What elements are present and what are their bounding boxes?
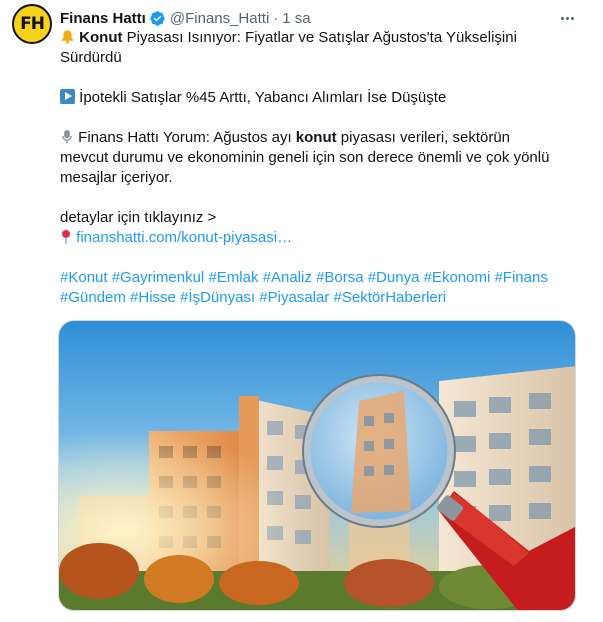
tweet: FH Finans Hattı @Finans_Hatti · 1 sa Kon… [0,0,603,622]
headline-rest: Piyasası Isınıyor: Fiyatlar ve Satışlar … [122,29,517,46]
author-name[interactable]: Finans Hattı [60,10,146,27]
hashtag-link[interactable]: #Hisse [130,289,176,306]
text-line-1: Konut Piyasası Isınıyor: Fiyatlar ve Sat… [60,28,580,48]
text-line-2: Sürdürdü [60,49,122,66]
hashtag-link[interactable]: #Piyasalar [259,289,329,306]
comment-pre: Finans Hattı Yorum: Ağustos ayı [74,129,296,146]
hashtag-link[interactable]: #Analiz [263,269,312,286]
comment-post: piyasası verileri, sektörün [336,129,511,146]
hashtag-link[interactable]: #Gündem [60,289,126,306]
bell-icon [61,30,74,44]
author-handle[interactable]: @Finans_Hatti [170,10,269,27]
hashtag-link[interactable]: #Emlak [208,269,258,286]
tweet-image[interactable] [58,320,576,611]
hashtag-link[interactable]: #Ekonomi [424,269,491,286]
hashtag-link[interactable]: #Gayrimenkul [112,269,205,286]
verified-badge-icon [150,10,165,26]
avatar-logo: FH [20,14,45,34]
text-line-5: mevcut durumu ve ekonominin geneli için … [60,149,550,166]
hashtag-link[interactable]: #Borsa [316,269,364,286]
hashtag-link[interactable]: #Dunya [368,269,420,286]
comment-bold: konut [295,129,337,146]
headline-bold: Konut [79,29,123,46]
tweet-text: Konut Piyasası Isınıyor: Fiyatlar ve Sat… [60,28,580,308]
hashtag-link[interactable]: #Finans [494,269,547,286]
timestamp[interactable]: 1 sa [282,10,310,27]
hashtag-link[interactable]: #Konut [60,269,108,286]
tweet-header: Finans Hattı @Finans_Hatti · 1 sa [60,8,311,28]
subheadline: İpotekli Satışlar %45 Arttı, Yabancı Alı… [75,89,447,106]
text-line-8: finanshatti.com/konut-piyasasi… [60,228,580,248]
media-illustration [59,321,575,610]
round-pushpin-icon [62,230,70,244]
play-button-icon [60,89,75,104]
text-line-7: detaylar için tıklayınız > [60,209,217,226]
hashtag-link[interactable]: #İşDünyası [180,289,255,306]
text-line-6: mesajlar içeriyor. [60,169,173,186]
text-line-3: İpotekli Satışlar %45 Arttı, Yabancı Alı… [60,88,580,108]
hashtags-row-1: #Konut #Gayrimenkul #Emlak #Analiz #Bors… [60,268,580,288]
microphone-icon [62,129,72,144]
avatar[interactable]: FH [12,4,52,44]
hashtag-link[interactable]: #SektörHaberleri [334,289,447,306]
text-line-4: Finans Hattı Yorum: Ağustos ayı konut pi… [60,128,580,148]
article-link[interactable]: finanshatti.com/konut-piyasasi… [76,229,292,246]
more-options-icon[interactable] [557,10,577,26]
hashtags-row-2: #Gündem #Hisse #İşDünyası #Piyasalar #Se… [60,288,580,308]
separator-dot: · [273,9,279,27]
